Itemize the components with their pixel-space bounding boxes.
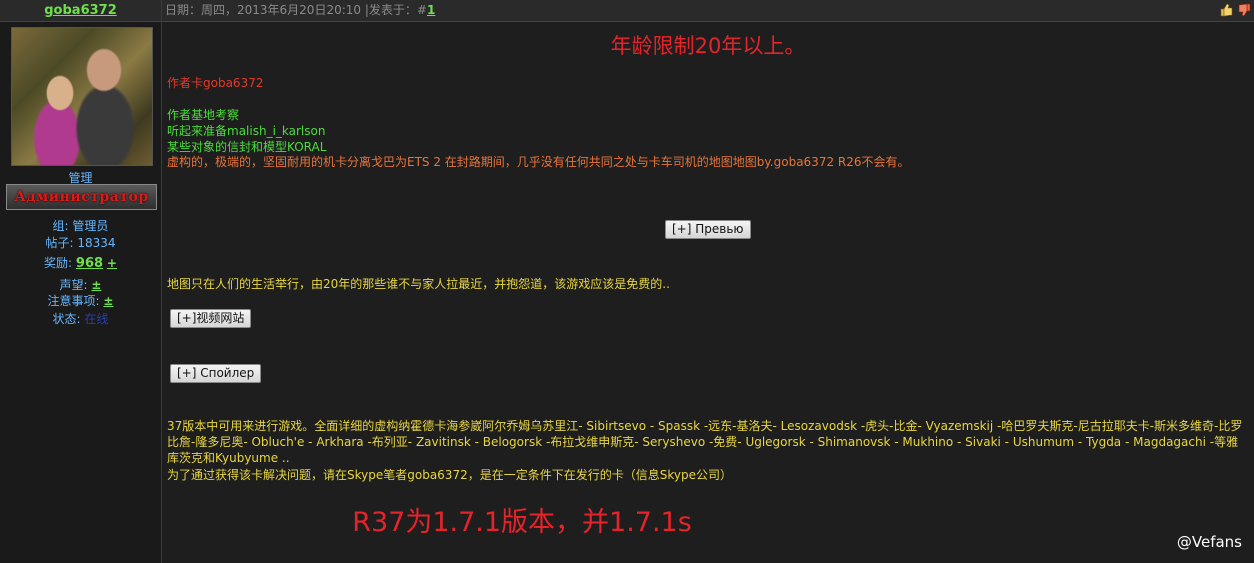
username-link[interactable]: goba6372 [44, 3, 117, 18]
status-stat: 状态: 在线 [0, 310, 161, 327]
username-bar: goba6372 [0, 0, 161, 22]
skype-line: 为了通过获得该卡解决问题，请在Skype笔者goba6372，是在一定条件下在发… [167, 468, 732, 482]
thumbs-up-icon[interactable] [1220, 3, 1234, 17]
reputation-label: 声望: [59, 278, 88, 292]
preview-button[interactable]: [+] Превью [665, 220, 751, 239]
rank-badge: Администратор [6, 184, 157, 210]
post-number-link[interactable]: 1 [427, 3, 435, 17]
user-profile-column: goba6372 管理 Администратор 组: 管理员 帖子: 183… [0, 0, 162, 563]
group-label: 组: [52, 219, 69, 233]
description-line: 虚构的，极端的，坚固耐用的机卡分离戈巴为ETS 2 在封路期间，几乎没有任何共同… [167, 155, 910, 169]
group-stat: 组: 管理员 [0, 217, 161, 234]
avatar[interactable] [11, 27, 153, 166]
green-line-2: 听起来准备malish_i_karlson [167, 124, 326, 138]
route-paragraph: 37版本中可用来进行游戏。全面详细的虚构纳霍德卡海参崴阿尔乔姆乌苏里江- Sib… [167, 419, 1243, 465]
reputation-stat: 声望: ± [0, 276, 161, 293]
post-date: 日期：周四，2013年6月20日20:10 |发表于：# [165, 3, 427, 17]
posts-value: 18334 [77, 236, 116, 250]
reputation-button[interactable]: ± [91, 278, 101, 292]
watermark: @Vefans [1176, 533, 1242, 551]
post-meta: 日期：周四，2013年6月20日20:10 |发表于：#1 [165, 0, 435, 21]
posts-label: 帖子: [45, 236, 74, 250]
spoiler-button[interactable]: [+] Спойлер [170, 364, 262, 383]
reward-plus-button[interactable]: + [107, 256, 117, 270]
thumbs-down-icon[interactable] [1237, 3, 1251, 17]
group-value: 管理员 [72, 219, 109, 233]
reward-value[interactable]: 968 [76, 256, 103, 271]
video-button[interactable]: [+]视频网站 [170, 309, 252, 328]
reward-label: 奖励: [44, 256, 73, 270]
post-title: 年龄限制20年以上。 [610, 34, 806, 58]
status-value: 在线 [84, 312, 109, 326]
notes-button[interactable]: ± [103, 294, 113, 308]
author-line: 作者卡goba6372 [167, 76, 264, 90]
green-line-1: 作者基地考察 [167, 108, 240, 122]
posts-stat: 帖子: 18334 [0, 234, 161, 251]
forum-post: goba6372 管理 Администратор 组: 管理员 帖子: 183… [0, 0, 1254, 563]
version-title: R37为1.7.1版本，并1.7.1s [352, 507, 692, 538]
notes-stat: 注意事项: ± [0, 292, 161, 309]
post-content-column: 日期：周四，2013年6月20日20:10 |发表于：#1 年龄限制20年以上。… [162, 0, 1254, 563]
post-header: 日期：周四，2013年6月20日20:10 |发表于：#1 [162, 0, 1254, 22]
notes-label: 注意事项: [47, 294, 100, 308]
map-line: 地图只在人们的生活举行，由20年的那些谁不与家人拉最近，并抱怨道，该游戏应该是免… [167, 277, 670, 291]
reward-stat: 奖励: 968 + [0, 254, 161, 271]
status-label: 状态: [52, 312, 81, 326]
